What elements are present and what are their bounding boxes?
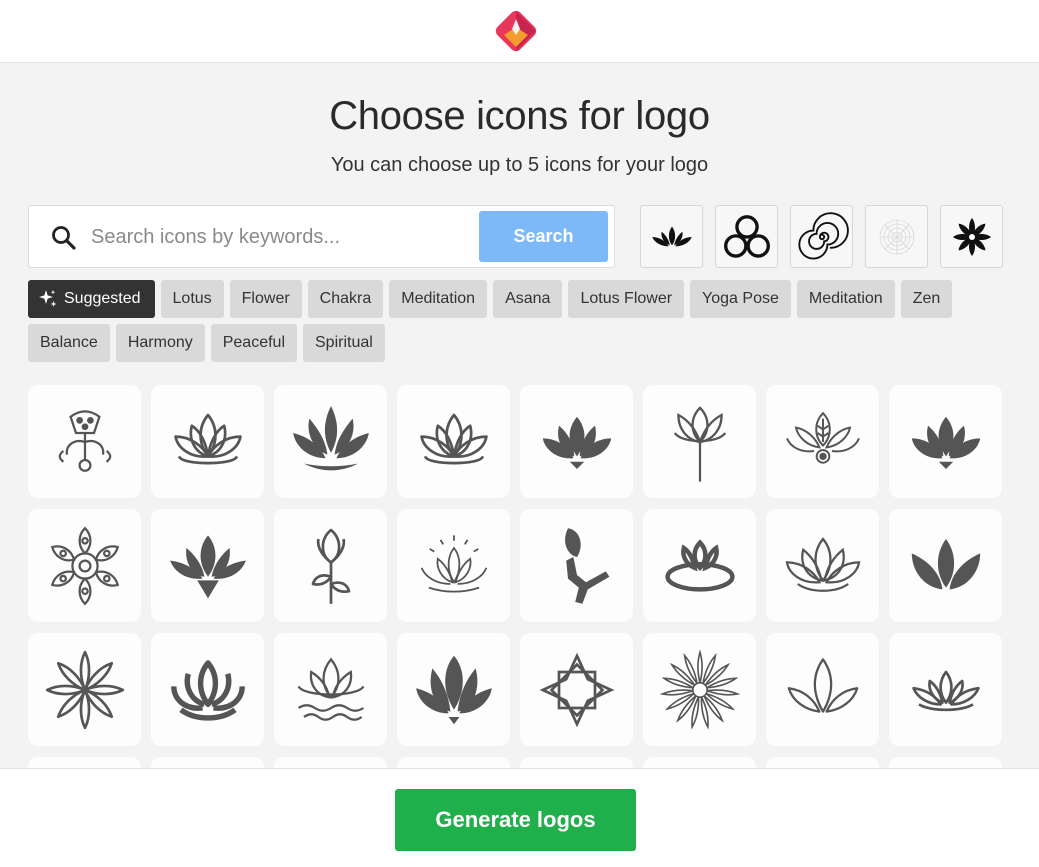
icon-cell[interactable] xyxy=(766,385,879,498)
tag-label: Suggested xyxy=(64,290,141,307)
bottom-bar: Generate logos xyxy=(0,768,1039,867)
tag-meditation-2[interactable]: Meditation xyxy=(796,280,895,318)
lotus-petals-icon xyxy=(901,521,991,611)
icon-cell[interactable] xyxy=(520,385,633,498)
lotus-solid-icon xyxy=(415,655,492,724)
selected-slot[interactable] xyxy=(940,205,1003,268)
lotus-pod-ornament-icon xyxy=(58,409,111,472)
icon-cell[interactable] xyxy=(151,385,264,498)
icon-cell[interactable] xyxy=(766,633,879,746)
tag-balance[interactable]: Balance xyxy=(28,324,110,362)
lotus-outline-icon xyxy=(409,397,499,487)
icon-cell[interactable] xyxy=(889,509,1002,622)
lotus-outline-icon xyxy=(163,397,253,487)
icon-cell[interactable] xyxy=(274,509,387,622)
geometric-flower-icon xyxy=(532,645,622,735)
lotus-stem-icon xyxy=(673,405,726,482)
tag-yoga-pose[interactable]: Yoga Pose xyxy=(690,280,791,318)
tag-zen[interactable]: Zen xyxy=(900,280,953,318)
tag-suggested[interactable]: Suggested xyxy=(28,280,155,318)
icon-cell[interactable] xyxy=(643,633,756,746)
star-flower-icon xyxy=(40,645,130,735)
lotus-flame-icon xyxy=(292,405,369,470)
icon-cell[interactable] xyxy=(397,385,510,498)
tag-meditation[interactable]: Meditation xyxy=(389,280,488,318)
icon-cell[interactable] xyxy=(28,509,141,622)
sunflower-mandala-icon xyxy=(655,645,745,735)
lotus-layered-icon xyxy=(911,670,980,711)
icon-cell[interactable] xyxy=(274,633,387,746)
icon-cell[interactable] xyxy=(397,509,510,622)
tag-spiritual[interactable]: Spiritual xyxy=(303,324,385,362)
brand-diamond-icon[interactable] xyxy=(490,5,542,57)
spiral-icon xyxy=(795,210,849,264)
keyword-tags: Suggested Lotus Flower Chakra Meditation… xyxy=(28,280,1018,362)
page-title: Choose icons for logo xyxy=(329,94,710,138)
three-circles-icon xyxy=(719,209,775,265)
search-button[interactable]: Search xyxy=(479,211,608,262)
tag-peaceful[interactable]: Peaceful xyxy=(210,324,297,362)
icon-cell[interactable] xyxy=(889,633,1002,746)
top-bar xyxy=(0,0,1039,63)
mandala-icon xyxy=(872,212,922,262)
lotus-solid-icon xyxy=(901,397,991,487)
tag-lotus[interactable]: Lotus xyxy=(160,280,224,318)
tag-chakra[interactable]: Chakra xyxy=(307,280,384,318)
lotus-ring-icon xyxy=(664,538,735,592)
selected-slot[interactable] xyxy=(790,205,853,268)
lotus-solid-icon xyxy=(169,534,246,598)
icon-cell[interactable] xyxy=(520,633,633,746)
icon-cell[interactable] xyxy=(274,385,387,498)
search-bar: Search xyxy=(28,205,615,268)
lotus-bud-stem-icon xyxy=(286,521,376,611)
selected-slot[interactable] xyxy=(715,205,778,268)
icon-cell[interactable] xyxy=(766,509,879,622)
icon-cell[interactable] xyxy=(28,633,141,746)
lotus-outline-icon xyxy=(785,536,860,592)
floral-star-icon xyxy=(947,212,997,262)
search-input[interactable] xyxy=(91,218,471,256)
lotus-solid-icon xyxy=(532,397,622,487)
generate-logos-button[interactable]: Generate logos xyxy=(395,789,636,851)
tag-lotus-flower[interactable]: Lotus Flower xyxy=(568,280,685,318)
icon-cell[interactable] xyxy=(643,509,756,622)
lotus-line-icon xyxy=(787,657,858,713)
icon-cell[interactable] xyxy=(28,385,141,498)
tag-asana[interactable]: Asana xyxy=(493,280,563,318)
page-subtitle: You can choose up to 5 icons for your lo… xyxy=(330,154,709,176)
lotus-icon xyxy=(646,211,698,263)
icon-cell[interactable] xyxy=(643,385,756,498)
lotus-water-icon xyxy=(297,657,364,721)
icon-cell[interactable] xyxy=(520,509,633,622)
icon-cell[interactable] xyxy=(151,633,264,746)
selected-slot[interactable] xyxy=(640,205,703,268)
mandala-icon xyxy=(40,521,130,611)
search-icon xyxy=(52,226,76,250)
tag-flower[interactable]: Flower xyxy=(229,280,302,318)
icon-cell[interactable] xyxy=(889,385,1002,498)
icon-cell[interactable] xyxy=(397,633,510,746)
lotus-chakra-icon xyxy=(785,411,860,464)
tag-harmony[interactable]: Harmony xyxy=(115,324,205,362)
selected-icons xyxy=(640,205,1003,268)
selected-slot[interactable] xyxy=(865,205,928,268)
lotus-bold-outline-icon xyxy=(170,659,245,721)
icon-cell[interactable] xyxy=(151,509,264,622)
lotus-rays-icon xyxy=(420,534,487,593)
lotus-bud-branch-icon xyxy=(564,527,609,604)
sparkle-icon xyxy=(39,290,57,307)
